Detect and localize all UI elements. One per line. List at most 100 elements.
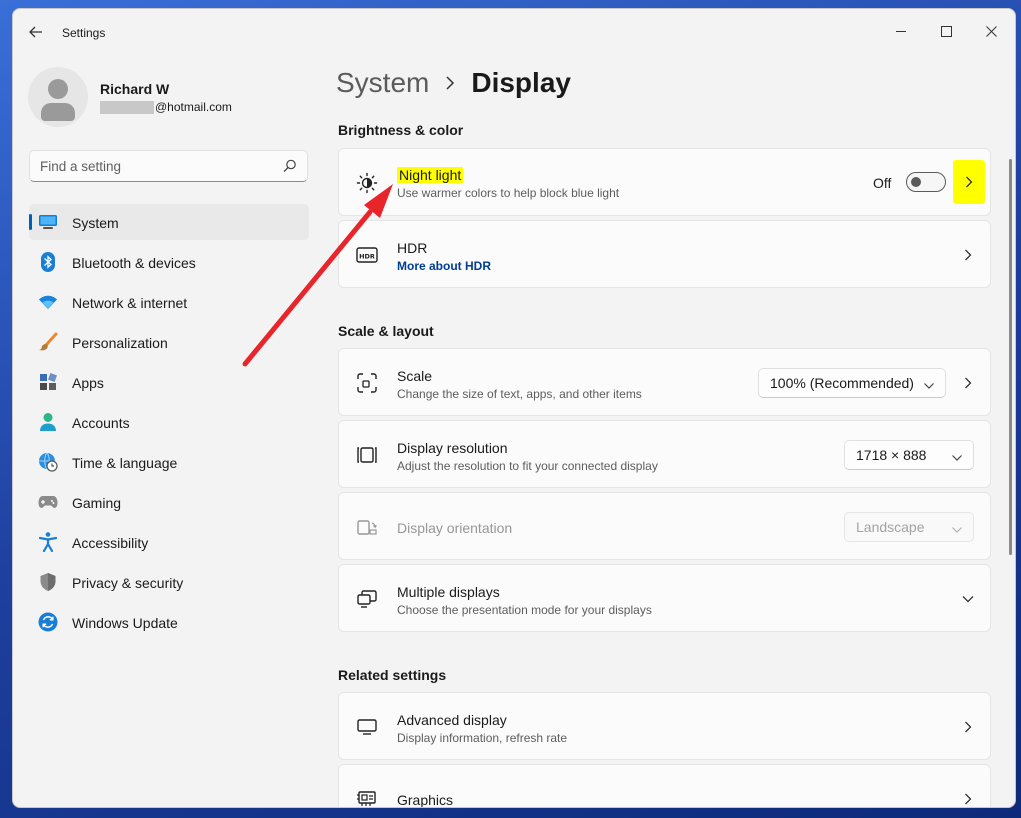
settings-window: Settings Richard W @hotmail.com Find a s… [12,8,1016,808]
email-redaction [100,100,154,114]
section-heading-related: Related settings [338,667,447,683]
night-light-title: Night light [397,167,464,183]
sidebar-item-personalization[interactable]: Personalization [29,324,309,360]
brush-icon [38,332,58,352]
scale-dropdown[interactable]: 100% (Recommended) [758,368,946,398]
graphics-card[interactable]: Graphics [338,764,991,808]
night-light-subtitle: Use warmer colors to help block blue lig… [397,186,620,200]
sidebar-item-time-language[interactable]: Time & language [29,444,309,480]
sidebar-item-label: Accessibility [72,535,149,551]
back-arrow-icon [29,26,42,38]
sidebar-item-privacy[interactable]: Privacy & security [29,564,309,600]
resolution-title: Display resolution [397,440,508,456]
multiple-displays-title: Multiple displays [397,584,500,600]
sidebar-item-label: System [72,215,119,231]
minimize-button[interactable] [878,15,924,47]
search-icon[interactable] [283,159,297,178]
chevron-down-icon [951,449,963,465]
maximize-button[interactable] [923,15,969,47]
toggle-knob [911,177,921,187]
scale-dropdown-value: 100% (Recommended) [770,375,914,391]
search-box[interactable] [29,150,308,182]
breadcrumb-system[interactable]: System [336,67,429,99]
hdr-title: HDR [397,240,428,256]
multiple-displays-card[interactable]: Multiple displays Choose the presentatio… [338,564,991,632]
chevron-right-icon [960,791,976,807]
display-orientation-card: Display orientation Landscape [338,492,991,560]
scrollbar[interactable] [1009,159,1012,555]
sidebar-item-accounts[interactable]: Accounts [29,404,309,440]
search-input[interactable] [30,151,260,181]
brightness-icon [355,171,379,195]
avatar[interactable] [28,67,88,127]
title-bar: Settings [13,9,1015,57]
resolution-dropdown[interactable]: 1718 × 888 [844,440,974,470]
hdr-card[interactable]: HDR HDR More about HDR [338,220,991,288]
night-light-title-highlight: Night light [397,167,464,183]
bluetooth-icon [38,252,58,272]
sidebar-item-label: Apps [72,375,104,391]
update-icon [38,612,58,632]
display-icon [38,212,58,232]
avatar-body [41,103,75,121]
resolution-icon [355,443,379,467]
chevron-down-icon[interactable] [960,591,976,607]
multiple-displays-subtitle: Choose the presentation mode for your di… [397,603,652,617]
section-heading-scale-layout: Scale & layout [338,323,434,339]
sidebar-item-label: Windows Update [72,615,178,631]
back-button[interactable] [25,21,47,43]
minimize-icon [895,30,906,32]
chevron-right-icon[interactable] [960,375,976,391]
sidebar-item-windows-update[interactable]: Windows Update [29,604,309,640]
sidebar-item-apps[interactable]: Apps [29,364,309,400]
app-title: Settings [62,26,106,40]
sidebar-item-label: Gaming [72,495,122,511]
breadcrumb: System Display [336,67,571,99]
advanced-display-card[interactable]: Advanced display Display information, re… [338,692,991,760]
avatar-head [48,79,68,99]
resolution-subtitle: Adjust the resolution to fit your connec… [397,459,658,473]
graphics-icon [355,787,379,807]
multiple-displays-icon [355,587,379,611]
sidebar-item-network[interactable]: Network & internet [29,284,309,320]
scale-icon [355,371,379,395]
sidebar-item-system[interactable]: System [29,204,309,240]
close-button[interactable] [968,15,1014,47]
chevron-down-icon [923,377,935,393]
scale-card[interactable]: Scale Change the size of text, apps, and… [338,348,991,416]
resolution-dropdown-value: 1718 × 888 [856,447,927,463]
display-resolution-card[interactable]: Display resolution Adjust the resolution… [338,420,991,488]
sidebar-item-bluetooth[interactable]: Bluetooth & devices [29,244,309,280]
sidebar-item-label: Accounts [72,415,130,431]
scale-title: Scale [397,368,433,384]
apps-icon [38,372,58,392]
monitor-icon [355,715,379,739]
hdr-icon: HDR [355,243,379,267]
sidebar-item-label: Personalization [72,335,168,351]
sidebar-nav: System Bluetooth & devices Network & int… [29,204,309,644]
night-light-card[interactable]: Night light Use warmer colors to help bl… [338,148,991,216]
chevron-right-icon [960,247,976,263]
gamepad-icon [38,492,58,512]
person-icon [38,412,58,432]
night-light-toggle-label: Off [873,175,892,191]
section-heading-brightness: Brightness & color [338,122,464,138]
sidebar-item-accessibility[interactable]: Accessibility [29,524,309,560]
breadcrumb-chevron-icon [445,76,455,90]
wifi-icon [38,292,58,312]
night-light-open-button[interactable] [953,160,985,204]
orientation-title: Display orientation [397,520,513,536]
graphics-title: Graphics [397,792,454,808]
close-icon [985,25,997,37]
sidebar-item-label: Time & language [72,455,178,471]
hdr-more-link[interactable]: More about HDR [397,259,491,273]
accessibility-icon [38,532,58,552]
orientation-dropdown: Landscape [844,512,974,542]
sidebar-item-gaming[interactable]: Gaming [29,484,309,520]
chevron-right-icon [966,176,973,188]
sidebar-item-label: Privacy & security [72,575,184,591]
night-light-toggle[interactable] [906,172,946,192]
chevron-right-icon [960,719,976,735]
advanced-display-subtitle: Display information, refresh rate [397,731,568,745]
active-indicator [29,214,32,230]
